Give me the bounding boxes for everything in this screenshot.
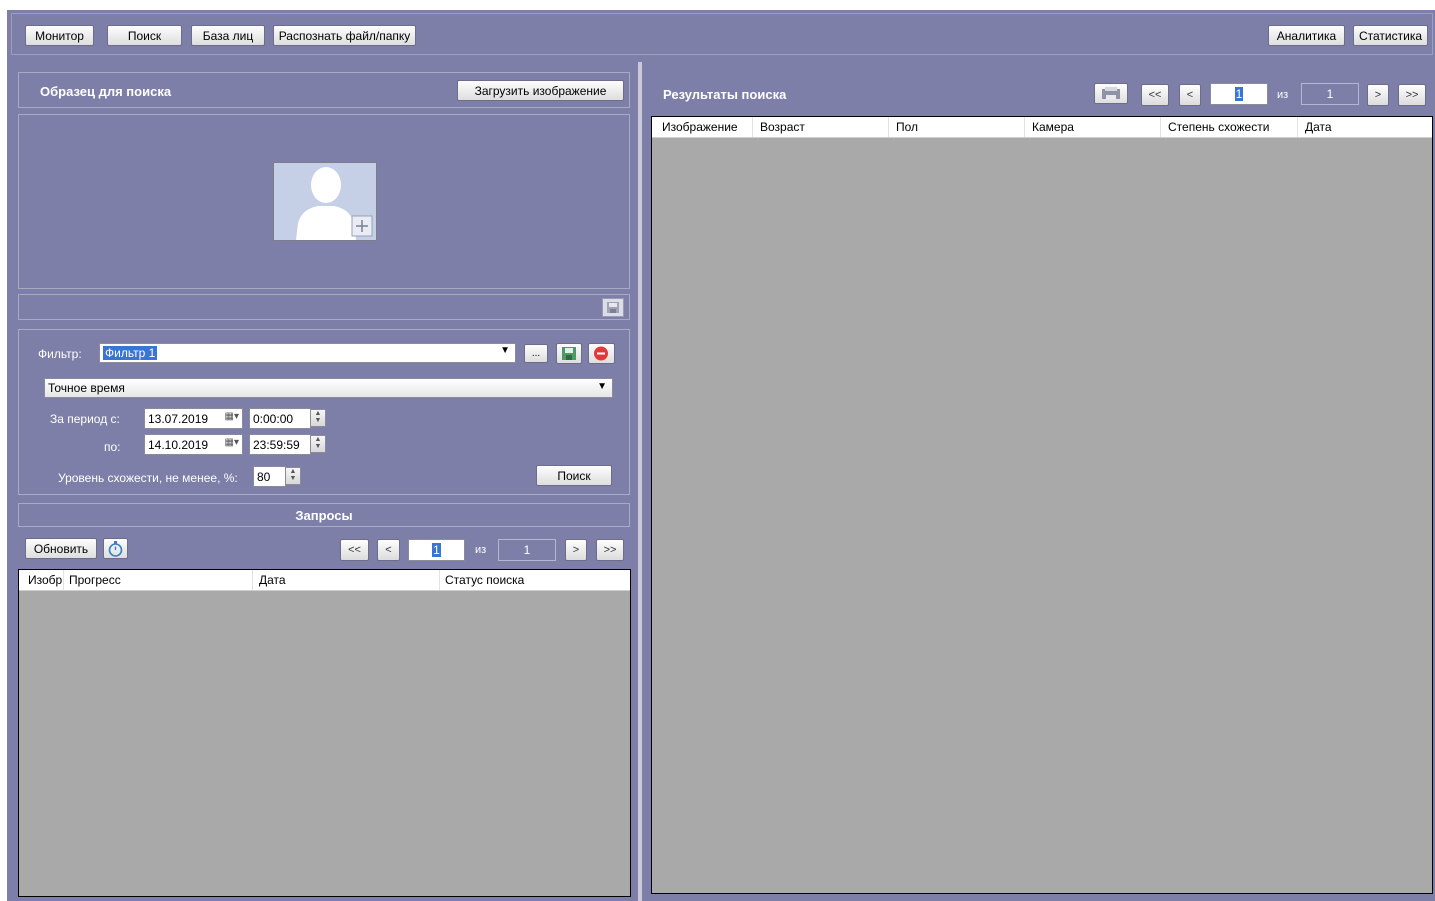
results-table[interactable]: Изображение Возраст Пол Камера Степень с… — [651, 116, 1433, 894]
recognize-file-button[interactable]: Распознать файл/папку — [273, 25, 416, 46]
time-to-value: 23:59:59 — [253, 437, 300, 452]
requests-table[interactable]: Изобр Прогресс Дата Статус поиска — [18, 569, 631, 897]
monitor-button[interactable]: Монитор — [25, 25, 94, 46]
main-toolbar: Монитор Поиск База лиц Распознать файл/п… — [11, 13, 1433, 55]
refresh-button[interactable]: Обновить — [25, 538, 97, 559]
filter-label: Фильтр: — [38, 347, 82, 361]
time-mode-select[interactable]: Точное время ▼ — [44, 378, 613, 398]
time-to-field[interactable]: 23:59:59 — [249, 434, 311, 455]
date-from-value: 13.07.2019 — [148, 411, 209, 426]
date-from-field[interactable]: 13.07.2019 ▦▾ — [144, 408, 243, 429]
requests-header: Запросы — [18, 503, 630, 527]
column-header[interactable]: Дата — [259, 573, 286, 587]
save-icon[interactable] — [602, 298, 624, 317]
filter-more-button[interactable]: ... — [524, 344, 548, 363]
column-header[interactable]: Дата — [1305, 120, 1332, 134]
period-to-label: по: — [104, 440, 121, 454]
requests-title: Запросы — [295, 508, 353, 523]
chevron-down-icon: ▼ — [500, 345, 510, 356]
similarity-label: Уровень схожести, не менее, %: — [58, 471, 238, 485]
date-to-value: 14.10.2019 — [148, 437, 209, 452]
requests-prev-page-button[interactable]: < — [377, 539, 400, 561]
calendar-icon[interactable]: ▦▾ — [225, 437, 239, 448]
date-to-field[interactable]: 14.10.2019 ▦▾ — [144, 434, 243, 455]
sample-tools-strip — [18, 294, 630, 320]
column-header[interactable]: Изобр — [28, 573, 62, 587]
requests-of-label: из — [475, 544, 487, 556]
results-table-header: Изображение Возраст Пол Камера Степень с… — [652, 117, 1432, 138]
filter-search-button[interactable]: Поиск — [536, 465, 612, 486]
search-tab-button[interactable]: Поиск — [107, 25, 182, 46]
column-header[interactable]: Возраст — [760, 120, 805, 134]
remove-icon[interactable] — [588, 343, 615, 364]
similarity-field[interactable]: 80 — [253, 466, 286, 487]
results-next-page-button[interactable]: > — [1367, 84, 1389, 106]
column-header[interactable]: Пол — [896, 120, 918, 134]
time-to-spinner[interactable]: ▲ ▼ — [310, 435, 326, 453]
face-db-button[interactable]: База лиц — [191, 25, 265, 46]
sample-image-area — [18, 114, 630, 289]
requests-last-page-button[interactable]: >> — [596, 539, 624, 561]
results-page-value: 1 — [1234, 87, 1244, 101]
column-header[interactable]: Статус поиска — [445, 573, 524, 587]
column-header[interactable]: Прогресс — [69, 573, 121, 587]
column-header[interactable]: Изображение — [662, 120, 738, 134]
results-prev-page-button[interactable]: < — [1179, 84, 1201, 106]
avatar-placeholder-icon[interactable] — [273, 162, 377, 241]
panel-splitter[interactable] — [638, 62, 642, 901]
calendar-icon[interactable]: ▦▾ — [225, 411, 239, 422]
results-total-value: 1 — [1326, 87, 1334, 101]
filter-select[interactable]: Фильтр 1 ▼ — [99, 343, 516, 363]
time-mode-value: Точное время — [48, 381, 125, 395]
requests-next-page-button[interactable]: > — [565, 539, 587, 561]
filter-panel: Фильтр: Фильтр 1 ▼ ... Точное время ▼ За… — [18, 329, 630, 495]
chevron-down-icon: ▼ — [597, 381, 607, 392]
analytics-button[interactable]: Аналитика — [1268, 25, 1345, 46]
print-export-icon[interactable] — [1094, 83, 1128, 104]
requests-page-value: 1 — [432, 543, 441, 557]
time-from-value: 0:00:00 — [253, 411, 294, 426]
results-last-page-button[interactable]: >> — [1398, 84, 1426, 106]
results-page-input[interactable]: 1 — [1210, 83, 1268, 105]
time-from-field[interactable]: 0:00:00 — [249, 408, 311, 429]
similarity-value: 80 — [257, 469, 271, 484]
results-of-label: из — [1277, 89, 1289, 101]
requests-total-pages: 1 — [498, 539, 556, 561]
requests-first-page-button[interactable]: << — [340, 539, 369, 561]
column-header[interactable]: Камера — [1032, 120, 1074, 134]
sample-header: Образец для поиска Загрузить изображение — [18, 72, 630, 108]
statistics-button[interactable]: Статистика — [1353, 25, 1428, 46]
requests-page-input[interactable]: 1 — [408, 539, 465, 561]
period-from-label: За период с: — [50, 412, 120, 426]
upload-image-button[interactable]: Загрузить изображение — [457, 80, 624, 101]
column-header[interactable]: Степень схожести — [1168, 120, 1269, 134]
similarity-spinner[interactable]: ▲ ▼ — [285, 467, 301, 485]
time-from-spinner[interactable]: ▲ ▼ — [310, 409, 326, 427]
requests-table-header: Изобр Прогресс Дата Статус поиска — [19, 570, 630, 591]
results-total-pages: 1 — [1301, 83, 1359, 105]
stopwatch-icon[interactable] — [103, 538, 128, 559]
sample-title: Образец для поиска — [40, 84, 172, 99]
filter-value: Фильтр 1 — [103, 346, 158, 360]
results-title: Результаты поиска — [663, 87, 787, 102]
results-first-page-button[interactable]: << — [1141, 84, 1169, 106]
requests-total-value: 1 — [523, 543, 531, 557]
save-filter-icon[interactable] — [556, 343, 582, 364]
